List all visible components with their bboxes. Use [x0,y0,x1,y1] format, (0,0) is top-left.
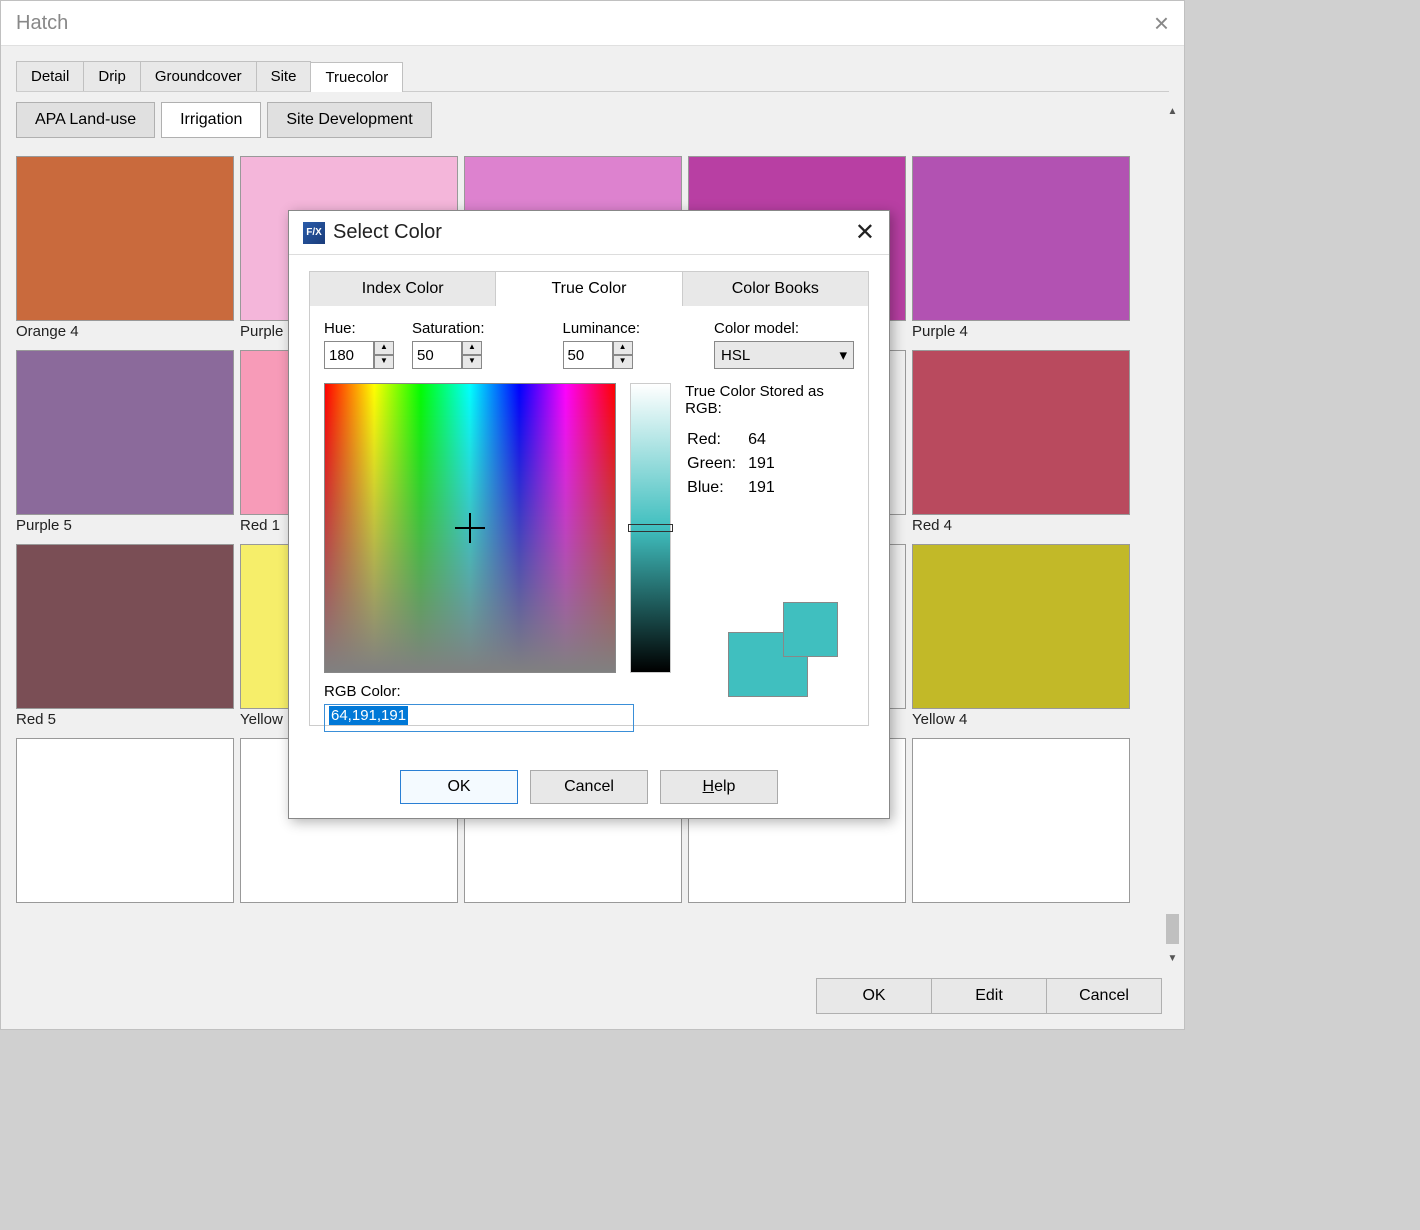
tab-truecolor[interactable]: Truecolor [310,62,403,92]
color-model-value: HSL [721,347,750,364]
main-button-row: OK Edit Cancel [817,978,1162,1014]
dialog-button-row: OK Cancel Help [289,770,889,804]
dialog-close-icon[interactable]: ✕ [855,218,875,247]
swatch-label: Red 4 [912,517,1130,534]
swatch-item[interactable] [912,738,1130,905]
scrollbar[interactable]: ▲ ▼ [1164,106,1181,964]
color-model-select[interactable]: HSL ▾ [714,341,854,369]
close-icon[interactable]: × [1154,8,1169,39]
lum-up-icon[interactable]: ▲ [613,341,633,355]
swatch[interactable] [16,544,234,709]
green-label: Green: [687,453,746,475]
saturation-input[interactable] [412,341,462,369]
hue-input[interactable] [324,341,374,369]
lum-down-icon[interactable]: ▼ [613,355,633,369]
stored-rgb-label: True Color Stored as RGB: [685,383,854,417]
swatch-label: Orange 4 [16,323,234,340]
luminance-label: Luminance: [563,320,641,337]
green-value: 191 [748,453,785,475]
tab-true-color[interactable]: True Color [496,272,682,306]
swatch-item[interactable] [16,738,234,905]
swatch-label: Yellow 4 [912,711,1130,728]
swatch[interactable] [912,350,1130,515]
dialog-cancel-button[interactable]: Cancel [530,770,648,804]
subtab-apa[interactable]: APA Land-use [16,102,155,138]
dialog-ok-button[interactable]: OK [400,770,518,804]
swatch[interactable] [912,156,1130,321]
tab-detail[interactable]: Detail [16,61,84,91]
crosshair-icon [455,513,485,543]
help-rest: elp [714,778,735,795]
red-label: Red: [687,429,746,451]
swatch[interactable] [16,350,234,515]
color-preview [728,602,838,697]
titlebar: Hatch × [1,1,1184,46]
scroll-up-icon[interactable]: ▲ [1164,106,1181,123]
rgb-color-value: 64,191,191 [329,706,408,725]
luminance-thumb[interactable] [628,524,674,532]
swatch[interactable] [912,738,1130,903]
luminance-input[interactable] [563,341,613,369]
select-color-dialog: F/X Select Color ✕ Index Color True Colo… [288,210,890,819]
dialog-title: Select Color [333,221,442,244]
saturation-label: Saturation: [412,320,485,337]
tab-drip[interactable]: Drip [83,61,141,91]
cancel-button[interactable]: Cancel [1046,978,1162,1014]
red-value: 64 [748,429,785,451]
tab-color-books[interactable]: Color Books [683,272,868,306]
hue-saturation-picker[interactable] [324,383,616,673]
swatch-item[interactable]: Red 5 [16,544,234,728]
swatch-item[interactable]: Orange 4 [16,156,234,340]
swatch-item[interactable]: Red 4 [912,350,1130,534]
main-tab-row: Detail Drip Groundcover Site Truecolor [16,61,1169,92]
swatch-item[interactable]: Purple 4 [912,156,1130,340]
sat-up-icon[interactable]: ▲ [462,341,482,355]
tab-groundcover[interactable]: Groundcover [140,61,257,91]
luminance-slider[interactable] [630,383,672,673]
hue-label: Hue: [324,320,394,337]
swatch-label: Purple 4 [912,323,1130,340]
window-title: Hatch [16,12,68,35]
fx-logo-icon: F/X [303,222,325,244]
scroll-down-icon[interactable]: ▼ [1164,953,1181,964]
swatch-label: Purple 5 [16,517,234,534]
subtab-row: APA Land-use Irrigation Site Development [16,102,1169,138]
swatch-item[interactable]: Yellow 4 [912,544,1130,728]
scroll-thumb[interactable] [1166,914,1179,944]
preview-new-swatch [783,602,838,657]
swatch[interactable] [16,738,234,903]
swatch[interactable] [912,544,1130,709]
subtab-irrigation[interactable]: Irrigation [161,102,261,138]
rgb-color-input[interactable]: 64,191,191 [324,704,634,732]
hsl-row: Hue: ▲ ▼ Saturation: ▲ [324,320,854,369]
edit-button[interactable]: Edit [931,978,1047,1014]
hue-down-icon[interactable]: ▼ [374,355,394,369]
dialog-tab-strip: Index Color True Color Color Books [309,271,869,306]
dialog-body: Index Color True Color Color Books Hue: … [289,255,889,818]
dialog-help-button[interactable]: Help [660,770,778,804]
swatch-item[interactable]: Purple 5 [16,350,234,534]
ok-button[interactable]: OK [816,978,932,1014]
color-model-label: Color model: [714,320,854,337]
subtab-site-dev[interactable]: Site Development [267,102,431,138]
blue-value: 191 [748,477,785,499]
swatch[interactable] [16,156,234,321]
dialog-titlebar: F/X Select Color ✕ [289,211,889,255]
tab-index-color[interactable]: Index Color [310,272,496,306]
hue-up-icon[interactable]: ▲ [374,341,394,355]
dialog-tab-content: Hue: ▲ ▼ Saturation: ▲ [309,306,869,726]
tab-site[interactable]: Site [256,61,312,91]
sat-down-icon[interactable]: ▼ [462,355,482,369]
blue-label: Blue: [687,477,746,499]
chevron-down-icon: ▾ [839,346,847,364]
swatch-label: Red 5 [16,711,234,728]
